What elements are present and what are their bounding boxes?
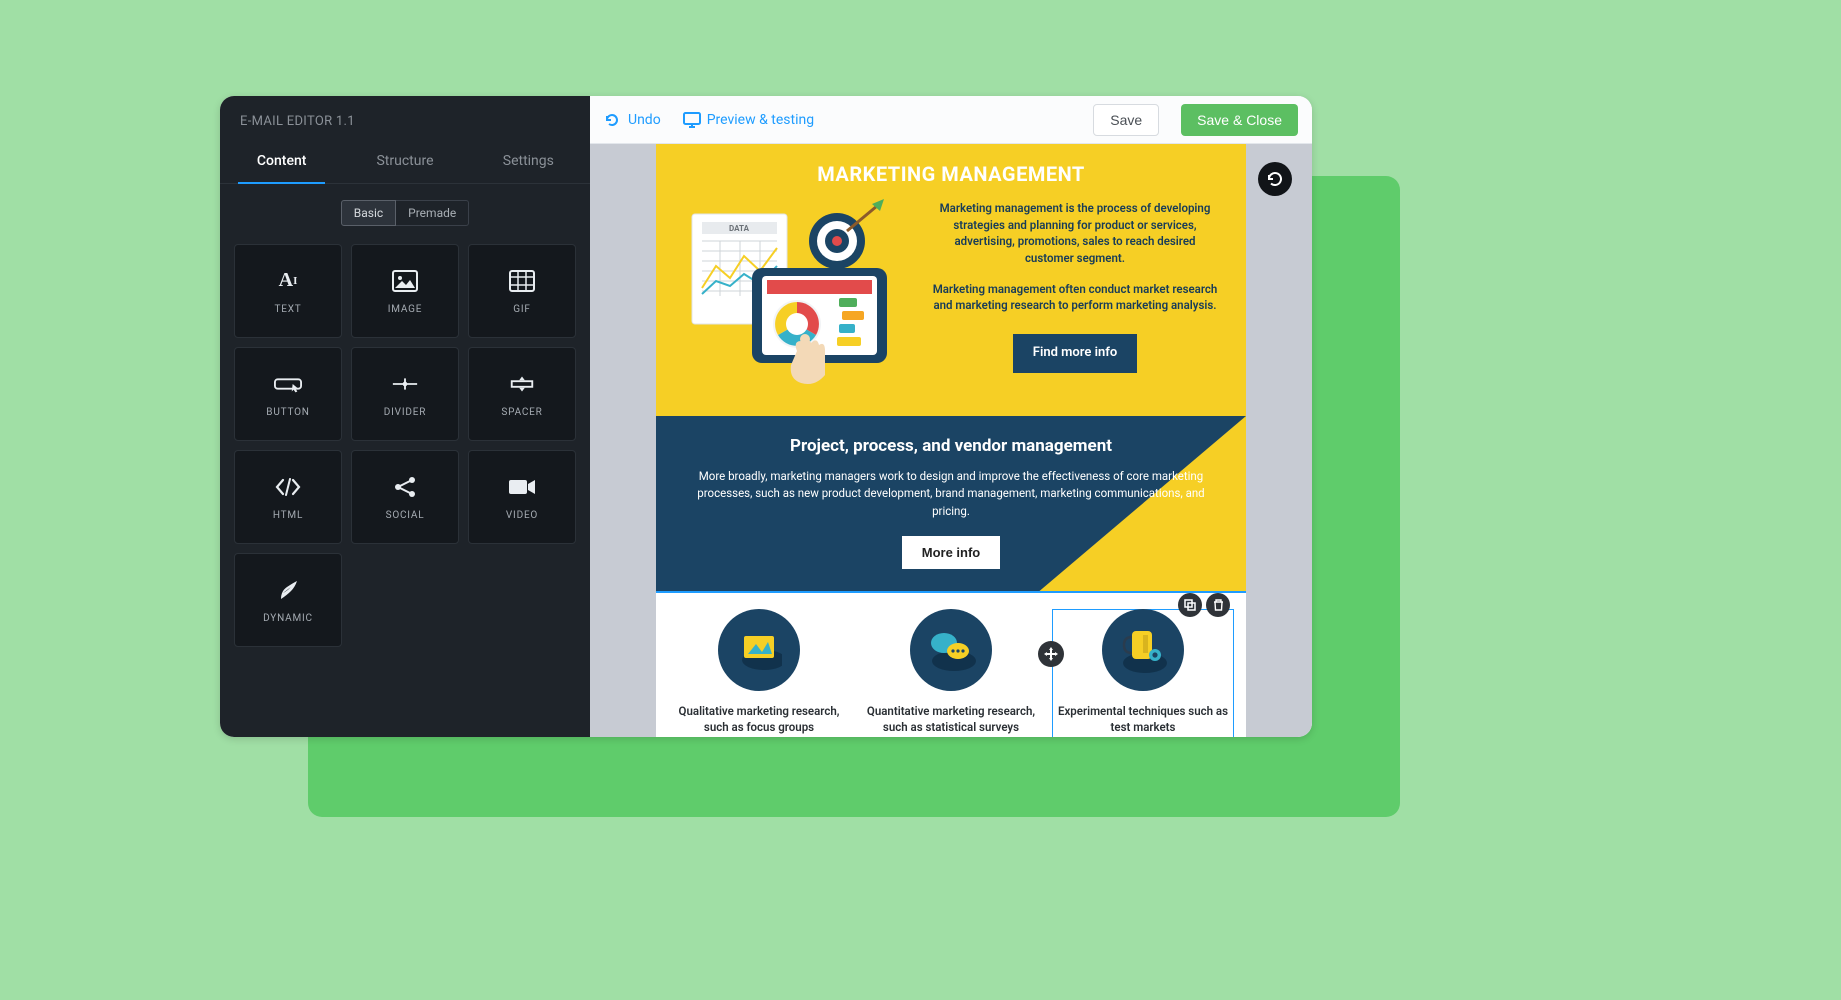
chat-circle-icon [910,609,992,691]
image-icon [391,268,419,294]
delete-button[interactable] [1206,593,1230,617]
tab-content[interactable]: Content [220,141,343,183]
selection-controls [1178,593,1230,617]
block-gif[interactable]: GIF [468,244,576,338]
subtab-premade[interactable]: Premade [396,200,469,226]
hero-section[interactable]: MARKETING MANAGEMENT DATA [656,144,1246,416]
gif-icon [508,268,536,294]
block-social[interactable]: SOCIAL [351,450,459,544]
html-icon [274,474,302,500]
device-circle-icon [1102,609,1184,691]
block-html[interactable]: HTML [234,450,342,544]
hero-illustration: DATA [682,196,912,386]
subtabs: Basic Premade [220,184,590,238]
block-text[interactable]: AI TEXT [234,244,342,338]
block-video[interactable]: VIDEO [468,450,576,544]
svg-text:DATA: DATA [729,224,750,233]
undo-button[interactable]: Undo [604,112,661,128]
move-handle[interactable] [1038,641,1064,667]
more-info-button[interactable]: More info [902,536,1001,569]
save-close-button[interactable]: Save & Close [1181,104,1298,136]
card-quantitative[interactable]: Quantitative marketing research, such as… [860,609,1042,737]
block-grid: AI TEXT IMAGE GIF [220,238,590,653]
subtab-basic[interactable]: Basic [341,200,396,226]
picture-circle-icon [718,609,800,691]
button-icon [274,371,302,397]
undo-icon [604,112,620,128]
sidebar: E-MAIL EDITOR 1.1 Content Structure Sett… [220,96,590,737]
tab-settings[interactable]: Settings [467,141,590,183]
preview-button[interactable]: Preview & testing [683,112,814,128]
app-window: E-MAIL EDITOR 1.1 Content Structure Sett… [220,96,1312,737]
card-experimental[interactable]: Experimental techniques such as test mar… [1052,609,1234,737]
toolbar: Undo Preview & testing Save Save & Close [590,96,1312,144]
project-section[interactable]: Project, process, and vendor management … [656,416,1246,591]
block-image[interactable]: IMAGE [351,244,459,338]
hero-title: MARKETING MANAGEMENT [656,162,1246,186]
section2-title: Project, process, and vendor management [684,436,1218,456]
block-dynamic[interactable]: DYNAMIC [234,553,342,647]
card-qualitative[interactable]: Qualitative marketing research, such as … [668,609,850,737]
sidebar-tabs: Content Structure Settings [220,141,590,184]
monitor-icon [683,112,699,128]
email-preview: MARKETING MANAGEMENT DATA [656,144,1246,737]
text-icon: AI [274,268,302,294]
duplicate-button[interactable] [1178,593,1202,617]
find-more-info-button[interactable]: Find more info [1013,334,1137,373]
spacer-icon [508,371,536,397]
divider-icon [391,371,419,397]
main-area: Undo Preview & testing Save Save & Close [590,96,1312,737]
block-divider[interactable]: DIVIDER [351,347,459,441]
block-spacer[interactable]: SPACER [468,347,576,441]
dynamic-icon [274,577,302,603]
app-title: E-MAIL EDITOR 1.1 [220,96,590,141]
block-button[interactable]: BUTTON [234,347,342,441]
hero-copy: Marketing management is the process of d… [930,200,1220,386]
save-button[interactable]: Save [1093,104,1159,136]
editor-canvas[interactable]: MARKETING MANAGEMENT DATA [590,144,1312,737]
section2-body: More broadly, marketing managers work to… [684,468,1218,520]
cards-row[interactable]: Qualitative marketing research, such as … [656,591,1246,737]
social-icon [391,474,419,500]
tab-structure[interactable]: Structure [343,141,466,183]
video-icon [508,474,536,500]
history-button[interactable] [1258,162,1292,196]
